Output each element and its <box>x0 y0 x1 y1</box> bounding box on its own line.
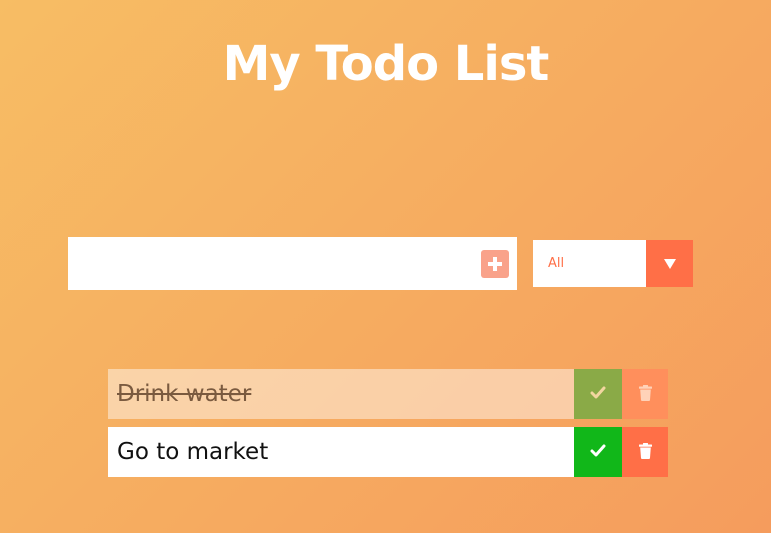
todo-text: Go to market <box>117 439 269 465</box>
todo-item-box: Drink water <box>108 369 574 419</box>
plus-icon <box>481 249 509 278</box>
todo-item: Drink water <box>108 369 668 419</box>
check-icon <box>590 386 606 402</box>
delete-button[interactable] <box>622 427 668 477</box>
todo-item-box: Go to market <box>108 427 574 477</box>
filter-select[interactable]: All <box>533 240 693 287</box>
todo-input-wrapper <box>68 237 473 290</box>
todo-list: Drink water Go to market <box>108 369 668 485</box>
todo-input[interactable] <box>68 237 473 290</box>
todo-text: Drink water <box>117 381 252 407</box>
complete-button[interactable] <box>574 427 622 477</box>
complete-button[interactable] <box>574 369 622 419</box>
check-icon <box>590 444 606 460</box>
add-todo-button[interactable] <box>473 237 517 290</box>
trash-icon <box>638 442 652 462</box>
todo-item: Go to market <box>108 427 668 477</box>
delete-button[interactable] <box>622 369 668 419</box>
trash-icon <box>638 384 652 404</box>
chevron-down-icon[interactable] <box>646 240 693 287</box>
filter-select-value: All <box>548 256 565 271</box>
